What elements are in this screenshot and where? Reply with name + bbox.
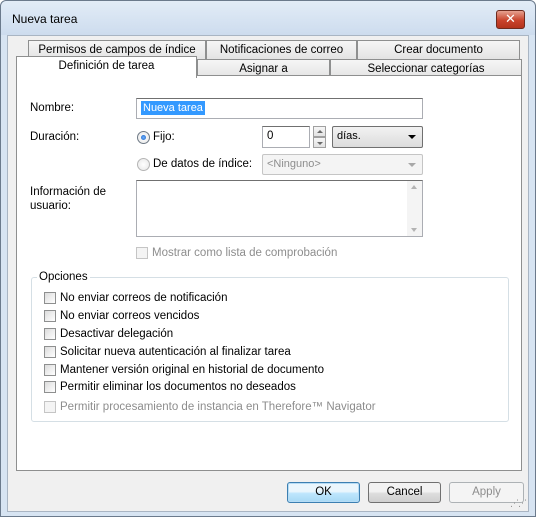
close-icon: ✕ bbox=[505, 11, 516, 26]
fixed-label: Fijo: bbox=[153, 131, 175, 143]
dialog-window: Nueva tarea ✕ Permisos de campos de índi… bbox=[0, 0, 536, 517]
scroll-up-icon bbox=[411, 185, 417, 189]
option-label: Permitir eliminar los documentos no dese… bbox=[60, 381, 296, 393]
duration-unit-value: días. bbox=[337, 130, 361, 142]
name-label: Nombre: bbox=[30, 102, 75, 114]
scroll-down-icon bbox=[411, 228, 417, 232]
user-info-textarea[interactable] bbox=[136, 180, 423, 237]
option-label: No enviar correos vencidos bbox=[60, 310, 200, 322]
index-field-select[interactable]: <Ninguno> bbox=[262, 154, 423, 175]
option-label: Desactivar delegación bbox=[60, 328, 174, 340]
option-label: No enviar correos de notificación bbox=[60, 292, 228, 304]
cancel-button[interactable]: Cancel bbox=[368, 482, 441, 503]
chevron-down-icon bbox=[317, 142, 323, 145]
user-info-scrollbar[interactable] bbox=[407, 181, 422, 236]
ok-button[interactable]: OK bbox=[287, 482, 360, 503]
option-checkbox-no-notification[interactable] bbox=[44, 292, 56, 304]
option-label: Permitir procesamiento de instancia en T… bbox=[60, 401, 376, 413]
checklist-checkbox[interactable] bbox=[136, 247, 148, 259]
fixed-value-input[interactable]: 0 bbox=[262, 126, 310, 148]
duration-label: Duración: bbox=[30, 131, 80, 143]
option-checkbox-navigator[interactable] bbox=[44, 401, 56, 413]
option-checkbox-allow-delete[interactable] bbox=[44, 381, 56, 393]
index-data-radio[interactable] bbox=[137, 158, 150, 171]
tab-crear-documento[interactable]: Crear documento bbox=[357, 40, 520, 59]
option-label: Mantener versión original en historial d… bbox=[60, 364, 325, 376]
dropdown-arrow-icon bbox=[408, 163, 416, 167]
option-checkbox-no-overdue[interactable] bbox=[44, 310, 56, 322]
user-info-label: Información de usuario: bbox=[30, 186, 107, 212]
tab-label: Crear documento bbox=[394, 44, 483, 56]
option-label: Solicitar nueva autenticación al finaliz… bbox=[60, 346, 291, 358]
name-input[interactable]: Nueva tarea bbox=[136, 98, 423, 119]
window-title: Nueva tarea bbox=[12, 12, 78, 26]
option-checkbox-disable-delegation[interactable] bbox=[44, 328, 56, 340]
tab-notificaciones-correo[interactable]: Notificaciones de correo bbox=[206, 40, 357, 59]
tab-panel-definicion: Nombre: Nueva tarea Duración: Fijo: 0 dí… bbox=[16, 75, 522, 471]
spin-down-button[interactable] bbox=[313, 137, 326, 148]
tab-definicion-tarea[interactable]: Definición de tarea bbox=[16, 56, 197, 78]
index-field-value: <Ninguno> bbox=[267, 158, 321, 170]
tab-label: Permisos de campos de índice bbox=[38, 44, 196, 56]
fixed-radio[interactable] bbox=[137, 131, 150, 144]
option-checkbox-keep-version[interactable] bbox=[44, 364, 56, 376]
checklist-label: Mostrar como lista de comprobación bbox=[152, 247, 338, 259]
dialog-client-area: Permisos de campos de índice Notificacio… bbox=[7, 35, 529, 512]
option-checkbox-reauth[interactable] bbox=[44, 346, 56, 358]
spin-up-button[interactable] bbox=[313, 126, 326, 137]
name-input-value: Nueva tarea bbox=[141, 101, 205, 115]
index-data-label: De datos de índice: bbox=[153, 158, 253, 170]
tab-label: Notificaciones de correo bbox=[219, 44, 344, 56]
close-button[interactable]: ✕ bbox=[496, 10, 525, 29]
tab-label: Asignar a bbox=[239, 63, 288, 75]
chevron-up-icon bbox=[317, 130, 323, 133]
tab-label: Definición de tarea bbox=[58, 60, 155, 72]
options-title: Opciones bbox=[37, 271, 90, 283]
title-bar[interactable]: Nueva tarea ✕ bbox=[1, 1, 535, 35]
fixed-value-text: 0 bbox=[267, 130, 274, 142]
tab-label: Seleccionar categorías bbox=[367, 63, 485, 75]
dropdown-arrow-icon bbox=[408, 135, 416, 139]
duration-unit-select[interactable]: días. bbox=[332, 126, 423, 148]
resize-grip-icon[interactable]: ⋰⋰ bbox=[510, 498, 527, 509]
